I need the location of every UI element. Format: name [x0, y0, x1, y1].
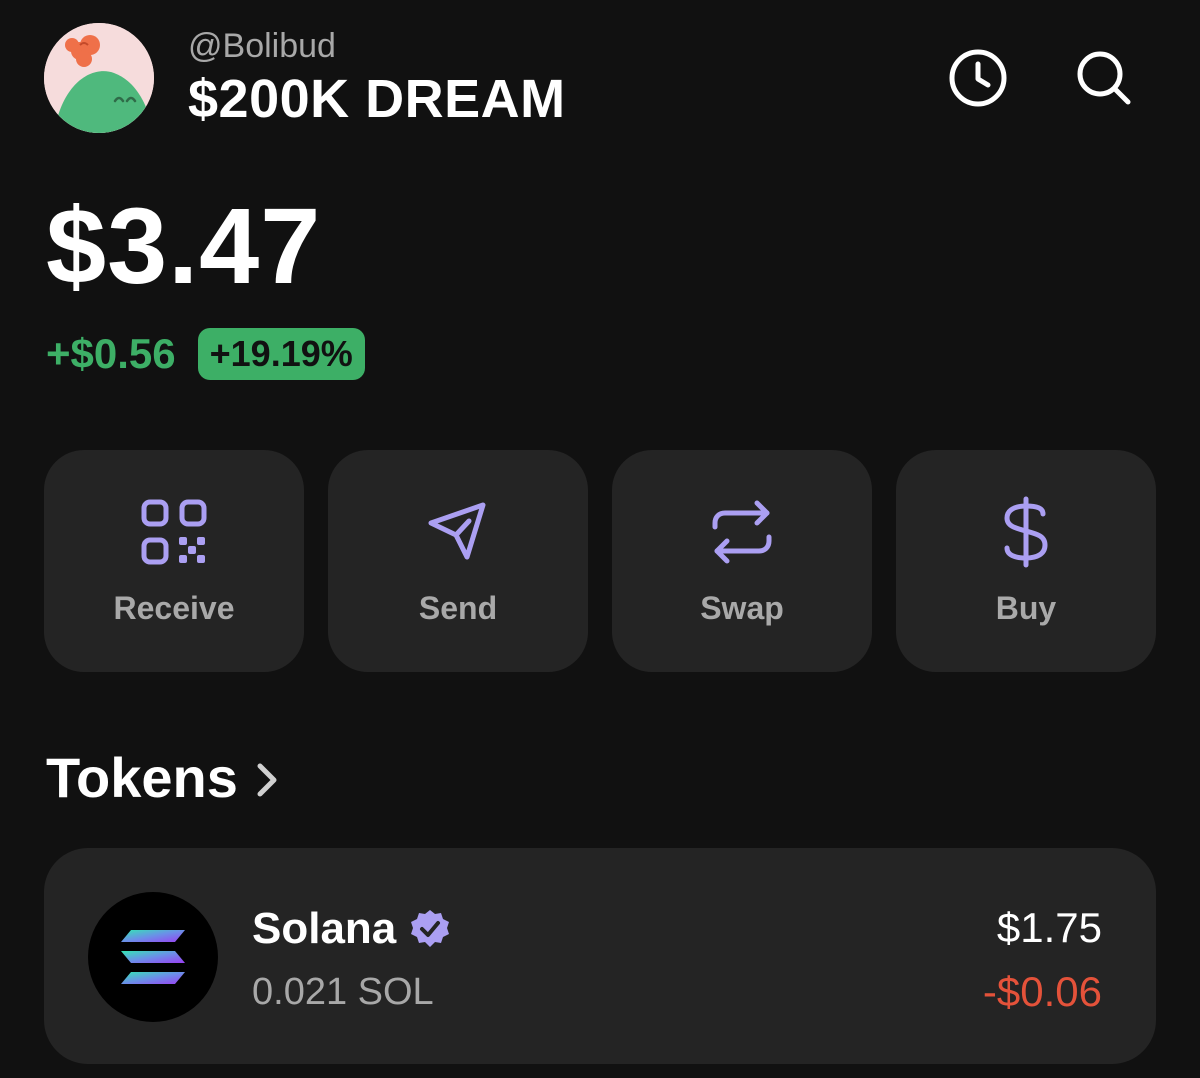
header: @Bolibud $200K DREAM [44, 22, 1156, 134]
avatar[interactable] [44, 23, 154, 133]
avatar-illustration-icon [44, 23, 154, 133]
total-balance: $3.47 [46, 185, 322, 306]
token-amount: 0.021 SOL [252, 971, 434, 1013]
send-label: Send [418, 590, 498, 626]
solana-logo-icon [88, 892, 218, 1022]
buy-label: Buy [995, 590, 1057, 626]
account-name: $200K DREAM [188, 69, 566, 129]
receive-button[interactable]: Receive [44, 450, 304, 672]
tokens-title: Tokens [46, 746, 238, 809]
swap-button[interactable]: Swap [612, 450, 872, 672]
balance-change-percent-badge: +19.19% [197, 328, 365, 380]
balance-change-row: +$0.56 +19.19% [46, 326, 365, 382]
qr-code-icon [140, 498, 208, 566]
token-value: $1.75 [996, 904, 1102, 951]
token-change: -$0.06 [982, 968, 1102, 1015]
wallet-home-screen: @Bolibud $200K DREAM $3.47 +$0.56 +19.19… [0, 0, 1200, 1078]
receive-label: Receive [113, 590, 235, 626]
swap-icon [708, 498, 776, 566]
account-handle: @Bolibud [188, 27, 336, 65]
tokens-section-link[interactable]: Tokens [46, 744, 278, 812]
buy-button[interactable]: Buy [896, 450, 1156, 672]
account-switcher[interactable]: @Bolibud $200K DREAM [188, 26, 566, 130]
search-icon[interactable] [1072, 46, 1136, 110]
send-button[interactable]: Send [328, 450, 588, 672]
header-actions [946, 46, 1136, 110]
quick-actions: Receive Send Swap Buy [44, 450, 1156, 672]
clock-icon[interactable] [946, 46, 1010, 110]
balance-change-value: +$0.56 [46, 330, 176, 377]
token-row-solana[interactable]: Solana 0.021 SOL $1.75 -$0.06 [44, 848, 1156, 1064]
chevron-right-icon [256, 762, 278, 798]
token-name-row: Solana [252, 902, 450, 956]
send-icon [424, 498, 492, 566]
verified-badge-icon [410, 909, 450, 949]
token-name: Solana [252, 904, 397, 953]
dollar-icon [992, 496, 1060, 568]
swap-label: Swap [700, 590, 784, 626]
